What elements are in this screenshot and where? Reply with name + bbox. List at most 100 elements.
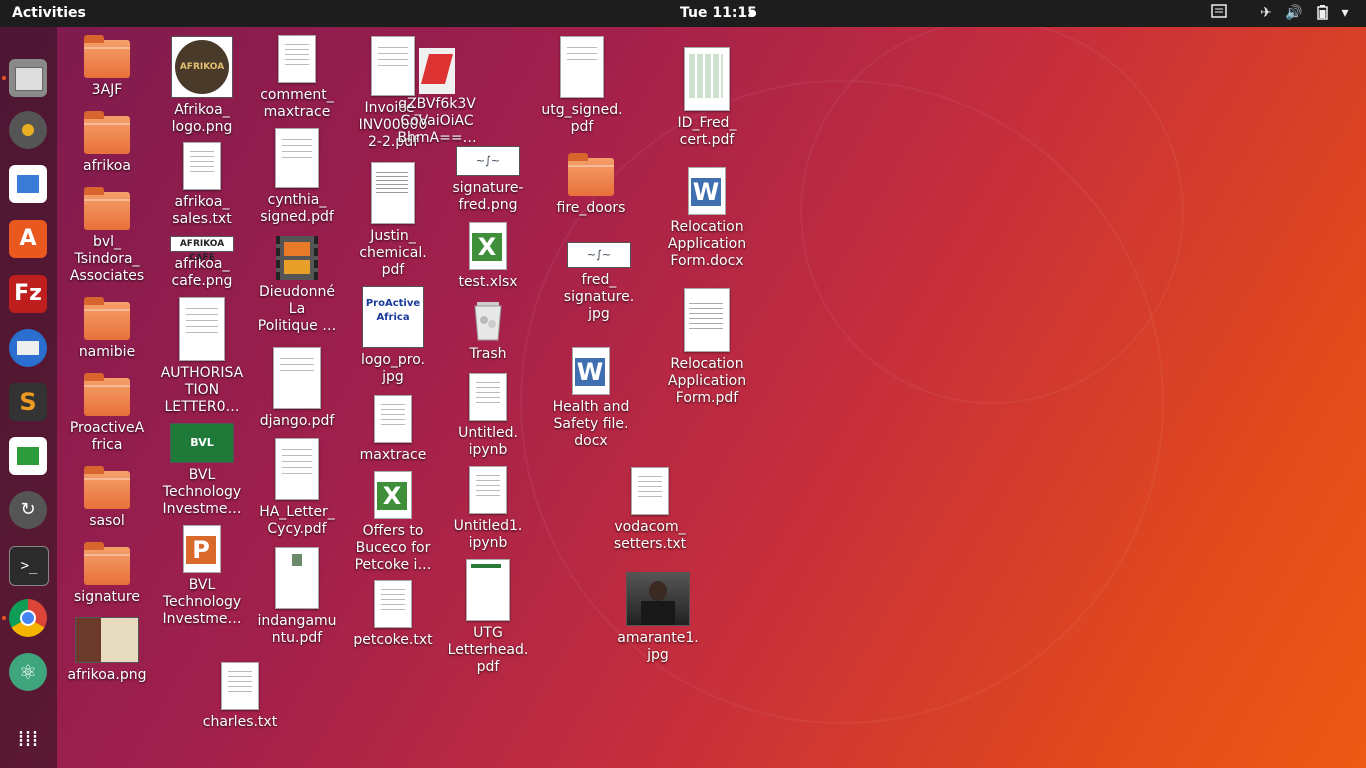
battery-icon[interactable] xyxy=(1313,4,1331,22)
text-file-icon xyxy=(278,35,316,83)
desktop-item-file[interactable]: W Relocation Application Form.docx xyxy=(662,167,752,270)
desktop-item-file[interactable]: X Offers to Buceco for Petcoke i… xyxy=(348,471,438,574)
running-indicator xyxy=(2,76,6,80)
text-file-icon xyxy=(374,580,412,628)
image-thumbnail-icon: ProActive Africa xyxy=(362,286,424,348)
pdf-file-icon xyxy=(684,47,730,111)
desktop-item-file[interactable]: cynthia_ signed.pdf xyxy=(252,128,342,226)
image-thumbnail-icon: AFRIKOA xyxy=(171,36,233,98)
word-file-icon: W xyxy=(688,167,726,215)
image-thumbnail-icon: AFRIKOA CAFE xyxy=(170,236,234,263)
video-file-icon xyxy=(276,236,318,280)
pdf-file-icon xyxy=(560,36,604,98)
text-file-icon xyxy=(374,395,412,443)
sublime-text-icon[interactable]: S xyxy=(9,383,47,421)
pdf-file-icon xyxy=(275,547,319,609)
desktop-item-folder[interactable]: 3AJF xyxy=(62,35,152,99)
folder-icon xyxy=(84,542,130,585)
desktop-item-file[interactable]: afrikoa_ sales.txt xyxy=(157,142,247,228)
clock[interactable]: Tue 11:15 xyxy=(680,5,757,21)
desktop-item-image[interactable]: ~∫~ fred_ signature. jpg xyxy=(554,242,644,323)
software-updater-icon[interactable]: ↻ xyxy=(9,491,47,529)
desktop-item-image[interactable]: BVL BVL Technology Investme… xyxy=(157,423,247,518)
desktop-item-file[interactable]: UTG Letterhead. pdf xyxy=(443,559,533,676)
desktop-item-folder[interactable]: bvl_ Tsindora_ Associates xyxy=(62,187,152,285)
desktop-item-file[interactable]: indangamu ntu.pdf xyxy=(252,547,342,647)
folder-icon xyxy=(84,373,130,416)
pdf-file-icon xyxy=(466,559,510,621)
atom-icon[interactable]: ⚛ xyxy=(9,653,47,691)
desktop-item-folder[interactable]: afrikoa xyxy=(62,111,152,175)
folder-icon xyxy=(84,466,130,509)
desktop-item-file[interactable]: Relocation Application Form.pdf xyxy=(662,288,752,407)
desktop-item-folder[interactable]: ProactiveA frica xyxy=(62,373,152,454)
software-center-icon[interactable]: A xyxy=(9,220,47,258)
pdf-file-icon xyxy=(273,347,321,409)
image-thumbnail-icon: ~∫~ xyxy=(567,242,631,268)
libreoffice-calc-icon[interactable] xyxy=(9,437,47,475)
thunderbird-icon[interactable] xyxy=(9,329,47,367)
desktop-item-folder[interactable]: signature xyxy=(62,542,152,606)
desktop-item-image[interactable]: AFRIKOA CAFE afrikoa_ cafe.png xyxy=(157,236,247,290)
desktop-item-file[interactable]: charles.txt xyxy=(195,662,285,731)
desktop-item-file[interactable]: maxtrace xyxy=(348,395,438,464)
desktop-item-file[interactable]: AUTHORISA TION LETTER0… xyxy=(157,297,247,416)
desktop-item-image[interactable]: afrikoa.png xyxy=(62,617,152,684)
desktop-item-trash[interactable]: Trash xyxy=(443,298,533,363)
desktop-item-file[interactable]: P BVL Technology Investme… xyxy=(157,525,247,628)
dropdown-icon[interactable]: ▾ xyxy=(1338,4,1352,22)
desktop-item-image[interactable]: ~∫~ signature- fred.png xyxy=(443,146,533,214)
pdf-file-icon xyxy=(275,128,319,188)
dock: A Fz S ↻ >_ ⚛ ⁞⁞⁞ xyxy=(0,27,57,768)
desktop-item-image[interactable]: AFRIKOA Afrikoa_ logo.png xyxy=(157,36,247,136)
desktop-item-folder[interactable]: sasol xyxy=(62,466,152,530)
text-file-icon xyxy=(221,662,259,710)
image-thumbnail-icon: ~∫~ xyxy=(456,146,520,176)
desktop-item-image[interactable]: amarante1. jpg xyxy=(613,572,703,664)
menu-icon[interactable] xyxy=(1210,4,1228,22)
pdf-file-icon xyxy=(179,297,225,361)
files-icon[interactable] xyxy=(9,59,47,97)
desktop-item-file[interactable]: comment_ maxtrace xyxy=(252,35,342,121)
desktop-item-folder[interactable]: fire_doors xyxy=(546,153,636,217)
filezilla-icon[interactable]: Fz xyxy=(9,275,47,313)
desktop-item-folder[interactable]: namibie xyxy=(62,297,152,361)
word-file-icon: W xyxy=(572,347,610,395)
activities-button[interactable]: Activities xyxy=(12,5,86,21)
pdf-file-icon xyxy=(684,288,730,352)
desktop-item-image[interactable]: ProActive Africa logo_pro. jpg xyxy=(348,286,438,386)
text-file-icon xyxy=(469,466,507,514)
libreoffice-writer-icon[interactable] xyxy=(9,165,47,203)
desktop-item-file[interactable]: ID_Fred_ cert.pdf xyxy=(662,47,752,149)
folder-icon xyxy=(84,187,130,230)
desktop-item-file[interactable]: X test.xlsx xyxy=(443,222,533,291)
desktop-item-file[interactable]: HA_Letter_ Cycy.pdf xyxy=(252,438,342,538)
terminal-icon[interactable]: >_ xyxy=(9,546,49,586)
desktop-item-file[interactable]: petcoke.txt xyxy=(348,580,438,649)
show-apps-icon[interactable]: ⁞⁞⁞ xyxy=(9,721,47,759)
desktop-item-file[interactable]: Untitled1. ipynb xyxy=(443,466,533,552)
spreadsheet-file-icon: X xyxy=(469,222,507,270)
trash-icon xyxy=(471,298,505,342)
pdf-file-icon xyxy=(275,438,319,500)
desktop-item-file[interactable]: django.pdf xyxy=(252,347,342,430)
notification-dot xyxy=(749,10,756,17)
rhythmbox-icon[interactable] xyxy=(9,111,47,149)
image-thumbnail-icon xyxy=(626,572,690,626)
volume-icon[interactable]: 🔊 xyxy=(1285,4,1303,22)
folder-icon xyxy=(84,111,130,154)
text-file-icon xyxy=(469,373,507,421)
text-file-icon xyxy=(183,142,221,190)
airplane-icon[interactable]: ✈ xyxy=(1257,4,1275,22)
desktop-item-file[interactable]: Dieudonné La Politique … xyxy=(252,236,342,335)
desktop-item-file[interactable]: W Health and Safety file. docx xyxy=(546,347,636,450)
desktop-item-file[interactable]: qZBVf6k3V CoVaiOiAC BhmA==… xyxy=(392,48,482,147)
desktop-item-file[interactable]: Justin_ chemical. pdf xyxy=(348,162,438,279)
desktop-item-file[interactable]: vodacom_ setters.txt xyxy=(605,467,695,553)
desktop-item-file[interactable]: utg_signed. pdf xyxy=(537,36,627,136)
desktop-item-file[interactable]: Untitled. ipynb xyxy=(443,373,533,459)
chrome-icon[interactable] xyxy=(9,599,47,637)
powerpoint-file-icon: P xyxy=(183,525,221,573)
folder-icon xyxy=(568,153,614,196)
running-indicator xyxy=(2,616,6,620)
